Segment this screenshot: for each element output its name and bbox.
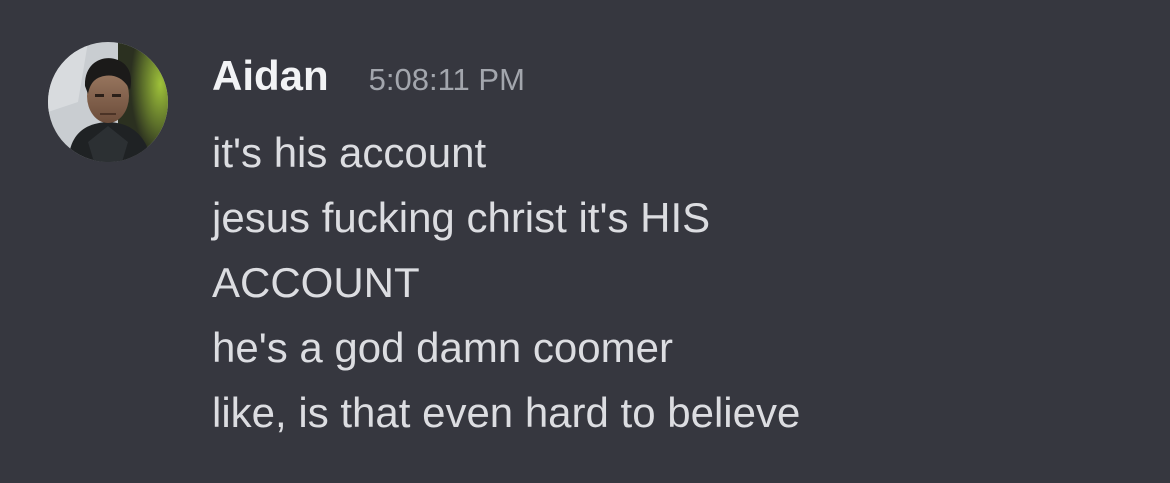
- avatar-portrait-icon: [48, 42, 168, 162]
- message-line: ACCOUNT: [212, 259, 420, 306]
- message-timestamp: 5:08:11 PM: [368, 62, 525, 97]
- chat-message: Aidan 5:08:11 PM it's his account jesus …: [0, 0, 1170, 483]
- message-line: like, is that even hard to believe: [212, 389, 801, 436]
- message-line: jesus fucking christ it's HIS: [212, 194, 711, 241]
- message-line: he's a god damn coomer: [212, 324, 673, 371]
- message-header: Aidan 5:08:11 PM: [212, 52, 525, 104]
- message-content: it's his account jesus fucking christ it…: [212, 120, 1142, 445]
- message-line: it's his account: [212, 129, 487, 176]
- author-name[interactable]: Aidan: [212, 52, 329, 100]
- user-avatar[interactable]: [48, 42, 168, 162]
